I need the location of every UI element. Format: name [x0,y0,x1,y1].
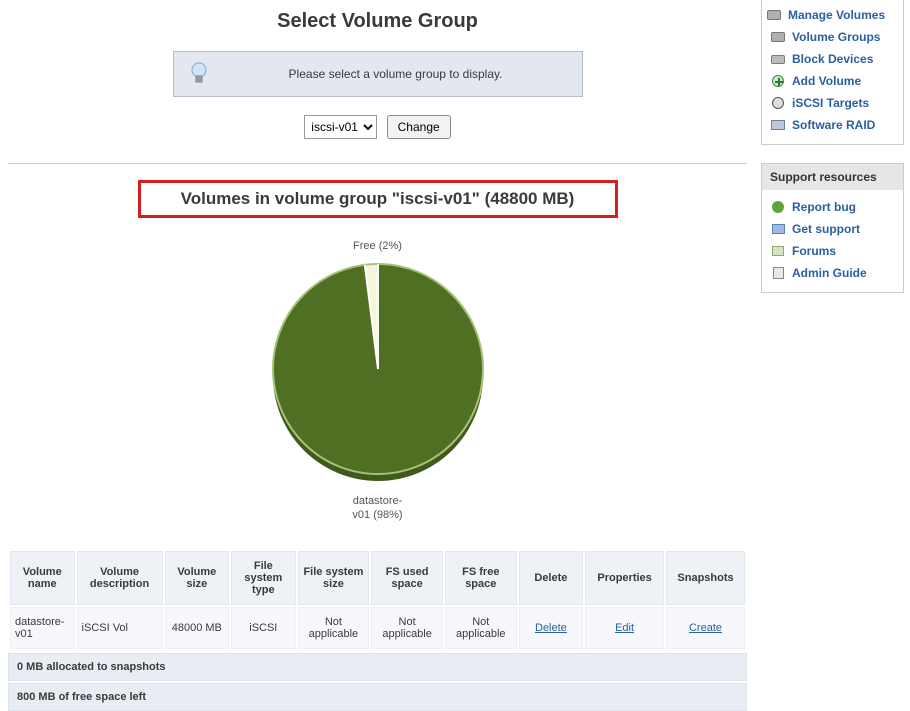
sidebar-link-report-bug[interactable]: Report bug [792,200,856,214]
th-volume-size: Volume size [165,551,230,605]
th-properties: Properties [585,551,664,605]
sidebar-item-iscsi-targets[interactable]: iSCSI Targets [766,92,899,114]
sidebar-item-block-devices[interactable]: Block Devices [766,48,899,70]
change-button[interactable]: Change [387,115,451,139]
th-delete: Delete [519,551,584,605]
sidebar-link-forums[interactable]: Forums [792,244,836,258]
sidebar-link-add-volume[interactable]: Add Volume [792,74,861,88]
volumes-table: Volume name Volume description Volume si… [8,549,747,651]
usage-pie-chart: Free (2%) datastore- v01 (98%) [8,240,747,523]
pie-free-label: Free (2%) [8,240,747,252]
snapshots-allocated-row: 0 MB allocated to snapshots [8,653,747,681]
divider [8,163,747,164]
cell-fs-type: iSCSI [231,607,296,649]
th-snapshots: Snapshots [666,551,745,605]
lightbulb-icon [188,60,210,88]
edit-link[interactable]: Edit [615,622,634,634]
page-title: Select Volume Group [8,10,747,33]
forum-icon [770,243,786,259]
cell-volume-desc: iSCSI Vol [77,607,163,649]
table-header-row: Volume name Volume description Volume si… [10,551,745,605]
raid-icon [770,117,786,133]
th-fs-type: File system type [231,551,296,605]
sidebar-link-volume-groups[interactable]: Volume Groups [792,30,880,44]
table-row: datastore-v01 iSCSI Vol 48000 MB iSCSI N… [10,607,745,649]
sidebar-item-admin-guide[interactable]: Admin Guide [766,262,899,284]
support-icon [770,221,786,237]
sidebar-link-iscsi-targets[interactable]: iSCSI Targets [792,96,869,110]
drive-icon [770,51,786,67]
manage-volumes-box: Manage Volumes Volume Groups Block Devic… [761,0,904,145]
sidebar-link-get-support[interactable]: Get support [792,222,860,236]
bug-icon [770,199,786,215]
cell-fs-free: Not applicable [445,607,517,649]
pie-svg [263,254,493,490]
pie-used-label: datastore- v01 (98%) [8,495,747,523]
sidebar-item-software-raid[interactable]: Software RAID [766,114,899,136]
sidebar-link-admin-guide[interactable]: Admin Guide [792,266,867,280]
sidebar-link-software-raid[interactable]: Software RAID [792,118,875,132]
target-icon [770,95,786,111]
hint-box: Please select a volume group to display. [173,51,583,97]
sidebar-item-get-support[interactable]: Get support [766,218,899,240]
hint-text: Please select a volume group to display. [224,67,568,81]
sidebar-header-manage-volumes: Manage Volumes [766,4,899,26]
cell-fs-size: Not applicable [298,607,370,649]
plus-icon [770,73,786,89]
th-fs-free: FS free space [445,551,517,605]
th-volume-name: Volume name [10,551,75,605]
cell-volume-name: datastore-v01 [10,607,75,649]
cell-fs-used: Not applicable [371,607,443,649]
sidebar-item-forums[interactable]: Forums [766,240,899,262]
disk-icon [770,29,786,45]
sidebar-item-volume-groups[interactable]: Volume Groups [766,26,899,48]
guide-icon [770,265,786,281]
th-fs-used: FS used space [371,551,443,605]
volumes-section-title: Volumes in volume group "iscsi-v01" (488… [138,180,618,218]
volumes-icon [766,7,782,23]
vg-selector-row: iscsi-v01 Change [8,115,747,139]
th-volume-desc: Volume description [77,551,163,605]
free-space-row: 800 MB of free space left [8,683,747,711]
cell-volume-size: 48000 MB [165,607,230,649]
vg-select[interactable]: iscsi-v01 [304,115,377,139]
delete-link[interactable]: Delete [535,622,567,634]
support-resources-header: Support resources [762,164,903,190]
create-snapshot-link[interactable]: Create [689,622,722,634]
th-fs-size: File system size [298,551,370,605]
sidebar-link-block-devices[interactable]: Block Devices [792,52,873,66]
sidebar-item-add-volume[interactable]: Add Volume [766,70,899,92]
sidebar-link-manage-volumes[interactable]: Manage Volumes [788,8,885,22]
sidebar-item-report-bug[interactable]: Report bug [766,196,899,218]
support-resources-box: Support resources Report bug Get support… [761,163,904,293]
